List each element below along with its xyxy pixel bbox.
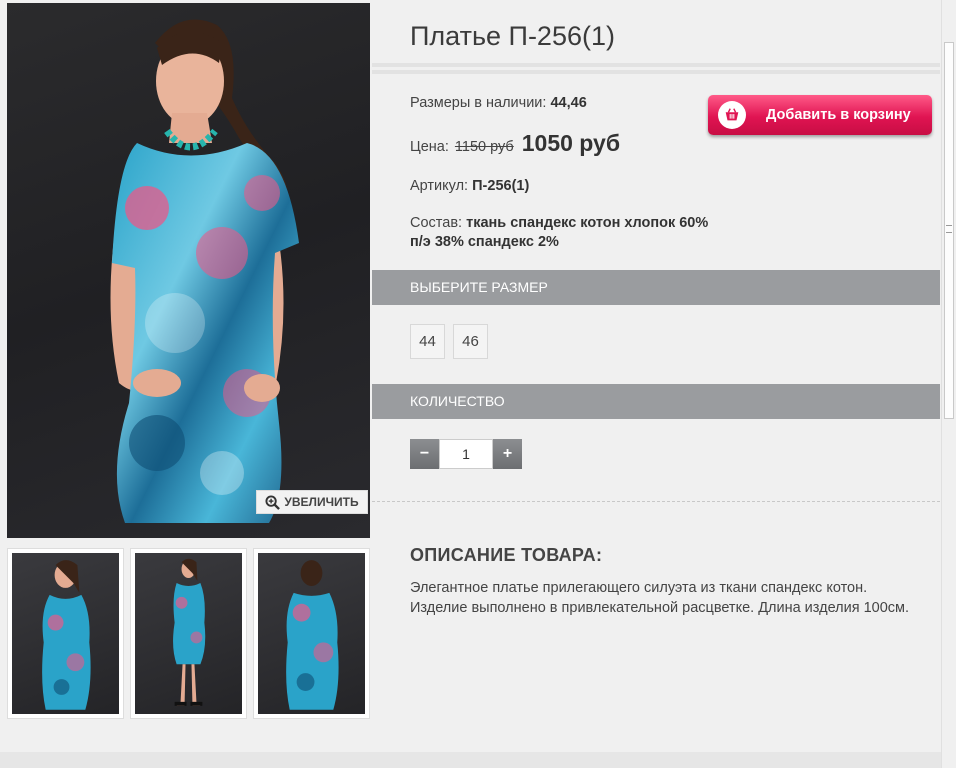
thumbnail-image [42, 560, 91, 710]
thumbnail-full-length[interactable] [130, 548, 247, 719]
thumbnail-strip [7, 548, 370, 720]
price-label: Цена: [410, 139, 449, 155]
quantity-input[interactable] [439, 439, 493, 469]
quantity-stepper: − + [410, 439, 522, 469]
sku-value: П-256(1) [472, 178, 530, 194]
sizes-available-value: 44,46 [550, 95, 587, 111]
add-to-cart-label: Добавить в корзину [766, 107, 911, 123]
thumbnail-image [173, 558, 206, 706]
zoom-label: УВЕЛИЧИТЬ [284, 495, 359, 509]
cart-icon-circle [718, 101, 746, 129]
quantity-section-header: КОЛИЧЕСТВО [372, 384, 940, 419]
main-product-photo[interactable]: УВЕЛИЧИТЬ [7, 3, 370, 538]
scrollbar-grip-icon [946, 225, 952, 233]
size-option-46[interactable]: 46 [453, 324, 488, 359]
new-price: 1050 руб [521, 130, 621, 156]
thumbnail-image [286, 560, 339, 710]
composition: Состав: ткань спандекс котон хлопок 60% … [410, 214, 710, 252]
product-title: Платье П-256(1) [410, 21, 615, 51]
product-title-bar: Платье П-256(1) [372, 3, 940, 67]
size-options: 44 46 [410, 324, 488, 359]
thumbnail-front[interactable] [7, 548, 124, 719]
size-section-header: ВЫБЕРИТЕ РАЗМЕР [372, 270, 940, 305]
add-to-cart-button[interactable]: Добавить в корзину [708, 95, 932, 135]
price-row: Цена: 1150 руб 1050 руб [410, 130, 620, 157]
description-text: Элегантное платье прилегающего силуэта и… [410, 580, 910, 616]
magnifier-plus-icon [265, 494, 281, 510]
divider [372, 70, 940, 74]
old-price: 1150 руб [454, 139, 514, 155]
scrollbar-thumb[interactable] [944, 42, 954, 419]
sku: Артикул: П-256(1) [410, 178, 529, 194]
vertical-scrollbar[interactable] [941, 0, 956, 768]
description-title: ОПИСАНИЕ ТОВАРА: [410, 545, 603, 565]
model-illustration [110, 19, 299, 523]
basket-icon [725, 108, 739, 121]
quantity-decrease-button[interactable]: − [410, 439, 439, 469]
thumbnail-back[interactable] [253, 548, 370, 719]
divider [372, 501, 940, 502]
sizes-available-label: Размеры в наличии: [410, 95, 547, 111]
composition-label: Состав: [410, 215, 463, 231]
footer-band [0, 752, 941, 768]
sizes-available: Размеры в наличии: 44,46 [410, 95, 587, 111]
zoom-button[interactable]: УВЕЛИЧИТЬ [256, 490, 368, 514]
quantity-increase-button[interactable]: + [493, 439, 522, 469]
sku-label: Артикул: [410, 178, 469, 194]
size-option-44[interactable]: 44 [410, 324, 445, 359]
